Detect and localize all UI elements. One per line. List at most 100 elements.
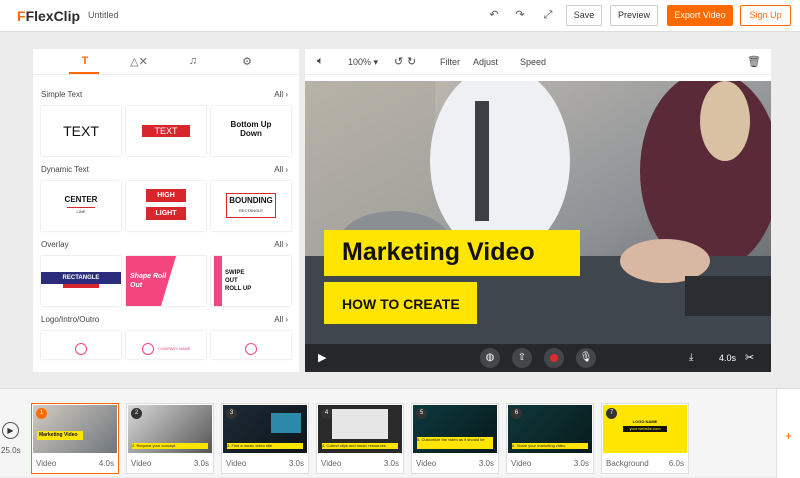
subhead-text: HOW TO CREATE [342, 296, 460, 312]
clip-duration: 3.0s [193, 459, 209, 468]
card-label: Shape Roll Out [130, 273, 167, 289]
timeline-clip-4[interactable]: 4. Collect clips and music resources 4 V… [316, 403, 404, 474]
card-label: HIGH [146, 189, 186, 202]
timeline-clip-7[interactable]: LOGO NAME your website.com 7 Background … [601, 403, 689, 474]
clip-caption: 3. Find a music video title [227, 443, 303, 449]
clip-caption: 6. Share your marketing video [512, 443, 588, 449]
logo-intro-all-link[interactable]: All › [274, 315, 288, 324]
dynamic-text-all-link[interactable]: All › [274, 165, 288, 174]
card-label: TEXT [142, 125, 190, 137]
globe-icon[interactable]: ◍ [480, 348, 500, 368]
headline-text: Marketing Video [342, 238, 535, 266]
sign-up-button[interactable]: Sign Up [740, 5, 791, 26]
video-preview[interactable]: Marketing Video HOW TO CREATE [305, 81, 771, 344]
trash-icon[interactable]: 🗑︎ [747, 55, 761, 68]
clip-type: Video [226, 459, 247, 468]
headline-block: Marketing Video [324, 230, 580, 276]
text-template-center-line[interactable]: CENTER LINE [41, 181, 121, 231]
overlay-template-rectangle[interactable]: RECTANGLE [41, 256, 121, 306]
clip-caption: 5. Customize the video as it should be [417, 437, 493, 449]
card-label: CENTER [64, 195, 98, 204]
library-tabs: T △✕ ♫ ⚙ [33, 49, 299, 75]
text-template-red[interactable]: TEXT [126, 106, 206, 156]
logo-template-2[interactable]: COMPANY NAME [126, 331, 206, 359]
redo-icon[interactable]: ↷ [513, 8, 527, 22]
clip-number: 1 [36, 408, 47, 419]
clip-number: 5 [416, 408, 427, 419]
save-button[interactable]: Save [566, 5, 602, 26]
speed-button[interactable]: Speed [520, 57, 546, 67]
add-clip-icon[interactable]: + [785, 429, 792, 443]
logo-circle-icon [75, 343, 87, 355]
logo-template-1[interactable] [41, 331, 121, 359]
zoom-value: 100% [348, 57, 372, 67]
timeline-clip-1[interactable]: Marketing Video 1 Video 4.0s [31, 403, 119, 474]
total-duration: 25.0s [1, 446, 21, 455]
timeline-play-icon[interactable]: ▶ [2, 422, 19, 439]
adjust-button[interactable]: Adjust [473, 57, 498, 67]
microphone-icon[interactable]: 🎙︎ [576, 348, 596, 368]
timeline-clip-5[interactable]: 5. Customize the video as it should be 5… [411, 403, 499, 474]
website-label: your website.com [623, 426, 667, 432]
card-label: Bottom Up Down [230, 120, 272, 138]
elements-tab-icon[interactable]: △✕ [130, 55, 148, 71]
document-title[interactable]: Untitled [88, 10, 119, 20]
rotate-right-icon[interactable]: ↻ [407, 55, 416, 68]
card-label: SWIPE OUT ROLL UP [225, 270, 252, 292]
card-label: BOUNDING [229, 196, 273, 205]
settings-tab-icon[interactable]: ⚙ [238, 55, 256, 71]
timeline-clip-6[interactable]: 6. Share your marketing video 6 Video 3.… [506, 403, 594, 474]
active-tab-indicator [69, 72, 99, 74]
text-template-high-light[interactable]: HIGH LIGHT [126, 181, 206, 231]
card-sublabel: RECTANGLE [238, 208, 264, 213]
timeline-clip-3[interactable]: 3. Find a music video title 3 Video 3.0s [221, 403, 309, 474]
clip-duration: 3.0s [478, 459, 494, 468]
volume-icon[interactable]: 🔈︎ [317, 55, 324, 68]
fullscreen-icon[interactable]: ⤢ [541, 8, 555, 22]
all-label: All [274, 315, 284, 324]
clip-type: Video [511, 459, 532, 468]
filter-button[interactable]: Filter [440, 57, 460, 67]
timeline-clip-2[interactable]: 2. Request your concept 2 Video 3.0s [126, 403, 214, 474]
clip-caption: 2. Request your concept [132, 443, 208, 449]
text-template-bottom-up[interactable]: Bottom Up Down [211, 106, 291, 156]
timeline: ▶ 25.0s Marketing Video 1 Video 4.0s 2. … [0, 388, 800, 478]
clip-type: Background [606, 459, 649, 468]
preview-button[interactable]: Preview [610, 5, 658, 26]
all-label: All [274, 90, 284, 99]
logo-template-3[interactable] [211, 331, 291, 359]
rotate-left-icon[interactable]: ↺ [394, 55, 403, 68]
undo-icon[interactable]: ↶ [487, 8, 501, 22]
clip-caption: LOGO NAME [632, 419, 658, 424]
upload-icon[interactable]: ⇧ [512, 348, 532, 368]
clip-type: Video [416, 459, 437, 468]
all-label: All [274, 240, 284, 249]
clip-number: 6 [511, 408, 522, 419]
play-icon[interactable]: ▶ [318, 351, 326, 364]
card-label: TEXT [63, 123, 99, 139]
clip-duration: 6.0s [668, 459, 684, 468]
overlay-template-swipe[interactable]: SWIPE OUT ROLL UP [211, 256, 291, 306]
clip-type: Video [131, 459, 152, 468]
record-icon[interactable] [544, 348, 564, 368]
text-template-plain[interactable]: TEXT [41, 106, 121, 156]
clip-duration: 3.0s [383, 459, 399, 468]
overlay-all-link[interactable]: All › [274, 240, 288, 249]
top-bar: FFlexClip Untitled ↶ ↷ ⤢ Save Preview Ex… [0, 0, 800, 32]
simple-text-all-link[interactable]: All › [274, 90, 288, 99]
flexclip-logo[interactable]: FFlexClip [17, 8, 80, 24]
text-template-bounding[interactable]: BOUNDING RECTANGLE [211, 181, 291, 231]
music-tab-icon[interactable]: ♫ [184, 55, 202, 71]
overlay-template-shape-roll[interactable]: Shape Roll Out [126, 256, 206, 306]
section-title-dynamic-text: Dynamic Text [41, 165, 89, 174]
logo-circle-icon [142, 343, 154, 355]
split-icon[interactable]: ⤓ [689, 352, 693, 363]
clip-number: 4 [321, 408, 332, 419]
scissors-icon[interactable]: ✂ [745, 351, 754, 364]
preview-panel: 🔈︎ 100% ▾ ↺ ↻ Filter Adjust Speed 🗑︎ Mar… [305, 49, 771, 372]
zoom-select[interactable]: 100% ▾ [348, 57, 378, 68]
all-label: All [274, 165, 284, 174]
export-video-button[interactable]: Export Video [667, 5, 733, 26]
clip-type: Video [36, 459, 57, 468]
text-tab-icon[interactable]: T [76, 55, 94, 71]
